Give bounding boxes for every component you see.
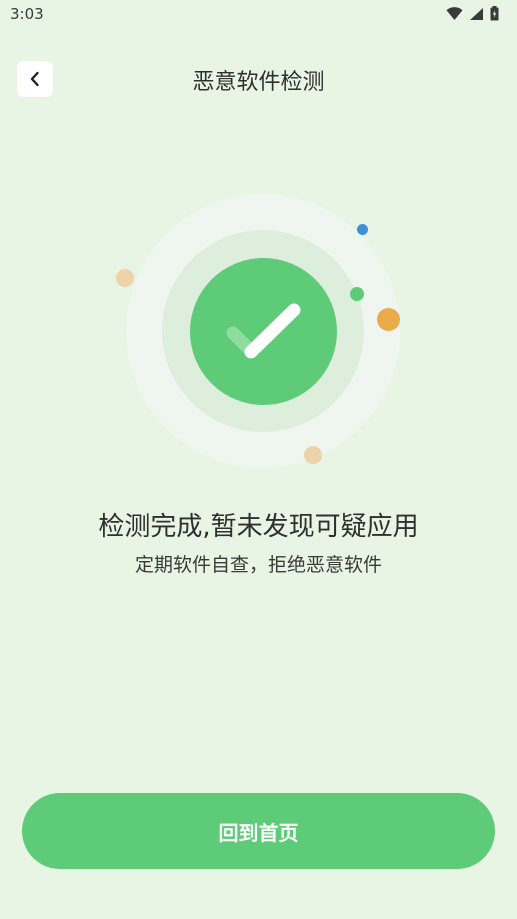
decor-dot-green (350, 287, 364, 301)
decor-dot-tan-left (116, 269, 134, 287)
result-title: 检测完成,暂未发现可疑应用 (98, 512, 419, 542)
result-subtitle: 定期软件自查，拒绝恶意软件 (134, 554, 382, 576)
check-circle (190, 258, 337, 405)
decor-dot-tan-bottom (304, 446, 322, 464)
checkmark-icon (226, 303, 301, 359)
home-button[interactable]: 回到首页 (22, 793, 495, 869)
decor-dot-orange (377, 308, 400, 331)
result-illustration (0, 0, 517, 500)
decor-dot-blue (357, 224, 368, 235)
